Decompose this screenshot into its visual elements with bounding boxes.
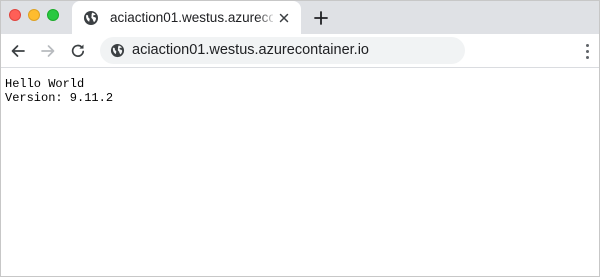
browser-tab[interactable]: aciaction01.westus.azurecontainer.io bbox=[72, 1, 301, 34]
version-text: Version: 9.11.2 bbox=[5, 91, 114, 105]
forward-arrow-icon[interactable] bbox=[39, 42, 57, 60]
globe-icon[interactable] bbox=[110, 43, 125, 58]
tab-title-fade bbox=[257, 7, 277, 29]
menu-dot bbox=[586, 44, 589, 47]
page-content: Hello World Version: 9.11.2 bbox=[1, 68, 599, 276]
toolbar: aciaction01.westus.azurecontainer.io bbox=[1, 34, 599, 68]
address-bar[interactable]: aciaction01.westus.azurecontainer.io bbox=[100, 37, 465, 64]
window-close-button[interactable] bbox=[9, 9, 21, 21]
tab-strip: aciaction01.westus.azurecontainer.io bbox=[1, 1, 599, 34]
url-text[interactable]: aciaction01.westus.azurecontainer.io bbox=[132, 42, 369, 59]
browser-window: aciaction01.westus.azurecontainer.io bbox=[0, 0, 600, 277]
reload-icon[interactable] bbox=[69, 42, 87, 60]
close-icon[interactable] bbox=[277, 11, 291, 25]
window-minimize-button[interactable] bbox=[28, 9, 40, 21]
globe-icon bbox=[84, 11, 98, 25]
back-arrow-icon[interactable] bbox=[9, 42, 27, 60]
window-maximize-button[interactable] bbox=[47, 9, 59, 21]
more-vertical-icon[interactable] bbox=[584, 43, 592, 59]
hello-text: Hello World bbox=[5, 77, 85, 91]
plus-icon[interactable] bbox=[312, 9, 330, 27]
menu-dot bbox=[586, 56, 589, 59]
tab-title: aciaction01.westus.azurecontainer.io bbox=[110, 10, 273, 25]
menu-dot bbox=[586, 50, 589, 53]
